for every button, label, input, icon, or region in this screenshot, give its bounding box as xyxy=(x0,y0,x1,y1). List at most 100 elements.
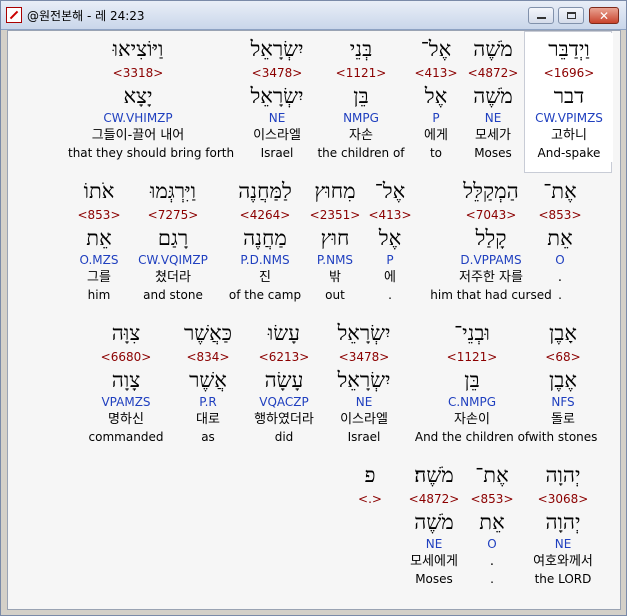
strong-number: <4872> xyxy=(467,66,519,80)
app-window: @원전본해 - 레 24:23 ✕ וַיְדַבֵּר <1696> דבר CW.… xyxy=(0,0,627,616)
english-gloss: him that had cursed xyxy=(430,288,552,302)
word-cell[interactable]: מִחוּץ <2351> חוּץ P.NMS 밖 out xyxy=(304,175,366,304)
korean-gloss: 자손이 xyxy=(454,412,490,427)
korean-gloss: 명하신 xyxy=(108,412,144,427)
word-cell[interactable]: יִשְׂרָאֵל <3478> יִשְׂרָאֵל NE 이스라엘 Israel xyxy=(324,317,404,446)
english-gloss: did xyxy=(274,430,294,444)
morphology-code: P.D.NMS xyxy=(240,253,290,267)
hebrew-word: וַיְדַבֵּר xyxy=(548,37,590,61)
morphology-code: NE xyxy=(355,395,373,409)
word-cell[interactable]: עָשׂוּ <6213> עָשָׂה VQACZP 행하였더라 did xyxy=(248,317,320,446)
word-cell[interactable]: מֹשֶׁה <4872> מֹשֶׁה NE 모세가 Moses xyxy=(465,33,521,162)
word-cell[interactable]: וַיִּרְגְּמוּ <7275> רָגַם CW.VQIMZP 쳤더라 and … xyxy=(128,175,218,304)
hebrew-word: יְהוָה xyxy=(545,463,581,487)
korean-gloss: 이스라엘 xyxy=(340,412,388,427)
morphology-code: P.NMS xyxy=(316,253,354,267)
english-gloss: Moses xyxy=(415,572,453,586)
hebrew-word: אֶל־ xyxy=(374,179,406,203)
morphology-code: VQACZP xyxy=(259,395,309,409)
strong-number: <6680> xyxy=(100,350,152,364)
strong-number: <2351> xyxy=(309,208,361,222)
interlinear-panel[interactable]: וַיְדַבֵּר <1696> דבר CW.VPIMZS 고하니 And-spake… xyxy=(7,30,621,610)
word-cell[interactable]: אֶל־ <413> אֶל P 에. xyxy=(366,175,414,304)
english-gloss: Israel xyxy=(347,430,381,444)
morphology-code: NE xyxy=(268,111,286,125)
hebrew-word: אָבֶן xyxy=(548,321,578,345)
hebrew-word: כַּאֲשֶׁר xyxy=(183,321,233,345)
strong-number: <1696> xyxy=(543,66,595,80)
hebrew-word: מֹשֶׁה׃ xyxy=(414,463,454,487)
morphology-code: P xyxy=(386,253,394,267)
hebrew-word: וַיִּרְגְּמוּ xyxy=(150,179,196,203)
strong-number: <7275> xyxy=(147,208,199,222)
strong-number: <1121> xyxy=(446,350,498,364)
word-cell[interactable]: יִשְׂרָאֵל <3478> יִשְׂרָאֵל NE 이스라엘 Israel xyxy=(236,33,318,162)
close-icon: ✕ xyxy=(599,9,610,23)
korean-gloss: 그를 xyxy=(87,270,111,285)
morphology-code: D.VPPAMS xyxy=(460,253,522,267)
minimize-button[interactable] xyxy=(528,7,554,24)
strong-number: <3318> xyxy=(112,66,164,80)
lexical-form: יִשְׂרָאֵל xyxy=(250,84,304,108)
strong-number: <3478> xyxy=(251,66,303,80)
hebrew-word: וּבְנֵי־ xyxy=(454,321,490,345)
korean-gloss: 이스라엘 xyxy=(253,128,301,143)
korean-gloss: 행하였더라 xyxy=(254,412,314,427)
hebrew-word: מֹשֶׁה xyxy=(473,37,513,61)
korean-gloss: 고하니 xyxy=(551,128,587,143)
hebrew-word: וַיּוֹצִיאוּ xyxy=(112,37,164,61)
morphology-code: NFS xyxy=(551,395,575,409)
close-button[interactable]: ✕ xyxy=(589,7,619,24)
word-cell[interactable]: הַמְקַלֵּל <7043> קָלַל D.VPPAMS 저주한 자를 him t… xyxy=(416,175,566,304)
strong-number: <68> xyxy=(545,350,581,364)
english-gloss: him xyxy=(87,288,111,302)
morphology-code: O.MZS xyxy=(79,253,119,267)
app-icon[interactable] xyxy=(6,7,22,23)
english-gloss: Moses xyxy=(474,146,512,160)
korean-gloss: 자손 xyxy=(349,128,373,143)
hebrew-word: אֶל־ xyxy=(420,37,452,61)
lexical-form: אֲשֶׁר xyxy=(189,368,227,392)
hebrew-word: עָשׂוּ xyxy=(267,321,301,345)
window-title: @원전본해 - 레 24:23 xyxy=(27,9,145,23)
morphology-code: NE xyxy=(554,537,572,551)
morphology-code: NE xyxy=(484,111,502,125)
korean-gloss: 돌로 xyxy=(551,412,575,427)
title-bar[interactable]: @원전본해 - 레 24:23 ✕ xyxy=(1,1,626,30)
word-cell[interactable]: יְהוָה <3068> יְהוָה NE 여호와께서 the LORD xyxy=(518,459,608,588)
word-cell[interactable]: וּבְנֵי־ <1121> בֵּן C.NMPG 자손이 And the child… xyxy=(412,317,532,446)
maximize-icon xyxy=(567,12,576,19)
english-gloss: And-spake xyxy=(537,146,601,160)
word-cell[interactable]: כַּאֲשֶׁר <834> אֲשֶׁר P.R 대로 as xyxy=(178,317,238,446)
hebrew-word: הַמְקַלֵּל xyxy=(463,179,519,203)
word-cell[interactable]: וַיּוֹצִיאוּ <3318> יָצָא CW.VHIMZP 그들이-끌어 내… xyxy=(68,33,234,162)
word-cell[interactable]: וַיְדַבֵּר <1696> דבר CW.VPIMZS 고하니 And-spake xyxy=(525,33,613,162)
word-cell[interactable]: לַמַּחֲנֶה <4264> מַחֲנֶה P.D.NMS 진 of the ca… xyxy=(222,175,308,304)
english-gloss: with stones xyxy=(528,430,598,444)
morphology-code: CW.VQIMZP xyxy=(138,253,208,267)
english-gloss: the LORD xyxy=(534,572,592,586)
word-cell[interactable]: אָבֶן <68> אֶבֶן NFS 돌로 with stones xyxy=(524,317,602,446)
word-cell[interactable]: פ <.> xyxy=(348,459,392,588)
lexical-form: אֶל xyxy=(378,226,402,250)
maximize-button[interactable] xyxy=(558,7,584,24)
morphology-code: NE xyxy=(425,537,443,551)
english-gloss: of the camp xyxy=(228,288,302,302)
word-cell[interactable]: מֹשֶׁה׃ <4872> מֹשֶׁה NE 모세에게 Moses xyxy=(398,459,470,588)
lexical-form: רָגַם xyxy=(157,226,189,250)
lexical-form: מַחֲנֶה xyxy=(243,226,287,250)
korean-gloss: 모세에게 xyxy=(410,554,458,569)
word-cell[interactable]: צִוָּה <6680> צָוָה VPAMZS 명하신 commanded xyxy=(72,317,180,446)
strong-number: <3068> xyxy=(537,492,589,506)
word-cell[interactable]: אֹתוֹ <853> אֵת O.MZS 그를 him xyxy=(68,175,130,304)
lexical-form: מֹשֶׁה xyxy=(473,84,513,108)
english-gloss: to xyxy=(429,146,443,160)
strong-number: <413> xyxy=(414,66,458,80)
korean-gloss xyxy=(348,553,392,571)
english-gloss xyxy=(348,571,392,588)
lexical-form: צָוָה xyxy=(111,368,141,392)
word-cell[interactable]: אֶל־ <413> אֶל P 에게 to xyxy=(412,33,460,162)
korean-gloss: 대로 xyxy=(196,412,220,427)
strong-number: <1121> xyxy=(335,66,387,80)
word-cell[interactable]: בְּנֵי <1121> בֵּן NMPG 자손 the children of xyxy=(317,33,405,162)
